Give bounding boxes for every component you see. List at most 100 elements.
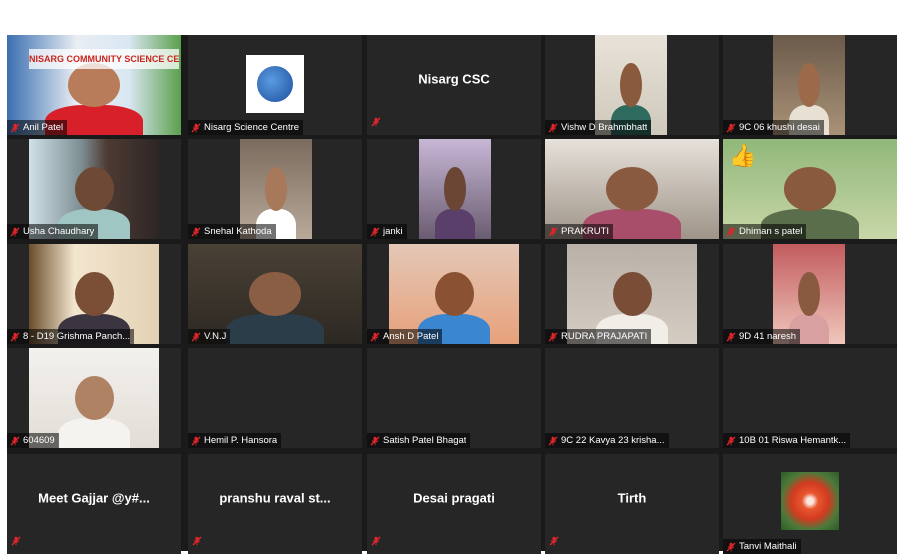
participant-name: 8 - D19 Grishma Panch... xyxy=(23,331,131,342)
participant-name-bar: Usha Chaudhary xyxy=(7,224,99,239)
muted-microphone-icon xyxy=(371,536,381,546)
participant-name: janki xyxy=(383,226,403,237)
participant-tile[interactable]: pranshu raval st... xyxy=(188,454,362,554)
muted-microphone-icon xyxy=(726,332,736,341)
muted-microphone-icon xyxy=(191,332,201,341)
muted-microphone-icon xyxy=(726,542,736,551)
participant-tile[interactable]: 9D 41 naresh xyxy=(723,244,897,344)
participant-name-bar: Anil Patel xyxy=(7,120,68,135)
participant-name: Snehal Kathoda xyxy=(204,226,272,237)
participant-name: Hemil P. Hansora xyxy=(204,435,278,446)
participant-name-center: Tirth xyxy=(617,490,647,506)
participant-name-bar: 9C 06 khushi desai xyxy=(723,120,824,135)
participant-tile[interactable]: Nisarg Science Centre xyxy=(188,35,362,135)
participant-tile[interactable]: PRAKRUTI xyxy=(545,139,719,239)
muted-microphone-icon xyxy=(10,332,20,341)
participant-tile[interactable]: 10B 01 Riswa Hemantk... xyxy=(723,348,897,448)
participant-tile[interactable]: Satish Patel Bhagat xyxy=(367,348,541,448)
participant-name-bar: RUDRA PRAJAPATI xyxy=(545,329,652,344)
participant-tile[interactable]: Nisarg CSC xyxy=(367,35,541,135)
participant-tile[interactable]: NISARG COMMUNITY SCIENCE CENTRE Anil Pate… xyxy=(7,35,181,135)
thumbs-up-icon: 👍 xyxy=(729,143,757,168)
muted-microphone-icon xyxy=(370,332,380,341)
participant-name: 9C 22 Kavya 23 krisha... xyxy=(561,435,665,446)
participant-tile[interactable]: 👍 Dhiman s patel xyxy=(723,139,897,239)
muted-microphone-icon xyxy=(370,227,380,236)
participant-tile[interactable]: Usha Chaudhary xyxy=(7,139,181,239)
participant-name: Tanvi Maithali xyxy=(739,541,797,552)
participant-name: 9D 41 naresh xyxy=(739,331,797,342)
participant-tile[interactable]: Snehal Kathoda xyxy=(188,139,362,239)
participant-name: RUDRA PRAJAPATI xyxy=(561,331,648,342)
muted-microphone-icon xyxy=(726,227,736,236)
participant-name-bar: Nisarg Science Centre xyxy=(188,120,304,135)
muted-microphone-icon xyxy=(10,227,20,236)
muted-microphone-icon xyxy=(548,123,558,132)
participant-name-center: Meet Gajjar @y#... xyxy=(38,490,150,506)
muted-microphone-icon xyxy=(548,227,558,236)
participant-tile[interactable]: Meet Gajjar @y#... xyxy=(7,454,181,554)
participant-name: Usha Chaudhary xyxy=(23,226,95,237)
muted-microphone-icon xyxy=(548,436,558,445)
muted-microphone-icon xyxy=(11,536,21,546)
participant-name-bar: Hemil P. Hansora xyxy=(188,433,282,448)
participant-video xyxy=(419,139,491,239)
participant-name-bar: 9C 22 Kavya 23 krisha... xyxy=(545,433,669,448)
participant-name: Ansh D Patel xyxy=(383,331,439,342)
participant-name-bar: PRAKRUTI xyxy=(545,224,614,239)
participant-name-center: Nisarg CSC xyxy=(418,71,490,87)
participant-tile[interactable]: Tanvi Maithali xyxy=(723,454,897,554)
participant-name: PRAKRUTI xyxy=(561,226,610,237)
participant-name-bar: janki xyxy=(367,224,407,239)
participant-name-bar: Satish Patel Bhagat xyxy=(367,433,471,448)
muted-microphone-icon xyxy=(370,436,380,445)
participant-name: 9C 06 khushi desai xyxy=(739,122,820,133)
gallery-view: NISARG COMMUNITY SCIENCE CENTRE Anil Pate… xyxy=(7,35,897,554)
participant-name: Anil Patel xyxy=(23,122,64,133)
participant-tile[interactable]: 9C 22 Kavya 23 krisha... xyxy=(545,348,719,448)
banner: NISARG COMMUNITY SCIENCE CENTRE xyxy=(29,49,179,69)
participant-tile[interactable]: 8 - D19 Grishma Panch... xyxy=(7,244,181,344)
participant-name: Nisarg Science Centre xyxy=(204,122,300,133)
muted-microphone-icon xyxy=(191,436,201,445)
participant-name: 10B 01 Riswa Hemantk... xyxy=(739,435,847,446)
participant-name-bar: Ansh D Patel xyxy=(367,329,443,344)
participant-name-bar: 8 - D19 Grishma Panch... xyxy=(7,329,135,344)
muted-microphone-icon xyxy=(548,332,558,341)
participant-name-bar: 10B 01 Riswa Hemantk... xyxy=(723,433,851,448)
muted-microphone-icon xyxy=(192,536,202,546)
participant-tile[interactable]: RUDRA PRAJAPATI xyxy=(545,244,719,344)
participant-name-bar: 9D 41 naresh xyxy=(723,329,801,344)
participant-tile[interactable]: janki xyxy=(367,139,541,239)
participant-name: Vishw D Brahmbhatt xyxy=(561,122,648,133)
muted-microphone-icon xyxy=(10,436,20,445)
participant-name-bar: V.N.J xyxy=(188,329,231,344)
participant-tile[interactable]: 9C 06 khushi desai xyxy=(723,35,897,135)
participant-name-bar: Snehal Kathoda xyxy=(188,224,276,239)
participant-name-bar: 604609 xyxy=(7,433,59,448)
participant-name-bar: Tanvi Maithali xyxy=(723,539,801,554)
participant-name: Satish Patel Bhagat xyxy=(383,435,467,446)
participant-tile[interactable]: Ansh D Patel xyxy=(367,244,541,344)
participant-tile[interactable]: Desai pragati xyxy=(367,454,541,554)
participant-name-center: pranshu raval st... xyxy=(219,490,331,506)
muted-microphone-icon xyxy=(726,436,736,445)
profile-picture xyxy=(246,55,304,113)
muted-microphone-icon xyxy=(726,123,736,132)
participant-tile[interactable]: V.N.J xyxy=(188,244,362,344)
muted-microphone-icon xyxy=(10,123,20,132)
participant-tile[interactable]: Vishw D Brahmbhatt xyxy=(545,35,719,135)
participant-name-bar: Vishw D Brahmbhatt xyxy=(545,120,652,135)
participant-name-bar: Dhiman s patel xyxy=(723,224,807,239)
muted-microphone-icon xyxy=(549,536,559,546)
muted-microphone-icon xyxy=(191,123,201,132)
profile-picture xyxy=(781,472,839,530)
participant-tile[interactable]: Hemil P. Hansora xyxy=(188,348,362,448)
participant-name-center: Desai pragati xyxy=(413,490,495,506)
muted-microphone-icon xyxy=(371,117,381,127)
participant-name: V.N.J xyxy=(204,331,227,342)
participant-tile[interactable]: Tirth xyxy=(545,454,719,554)
globe-logo-icon xyxy=(255,64,295,104)
participant-tile[interactable]: 604609 xyxy=(7,348,181,448)
participant-name: 604609 xyxy=(23,435,55,446)
